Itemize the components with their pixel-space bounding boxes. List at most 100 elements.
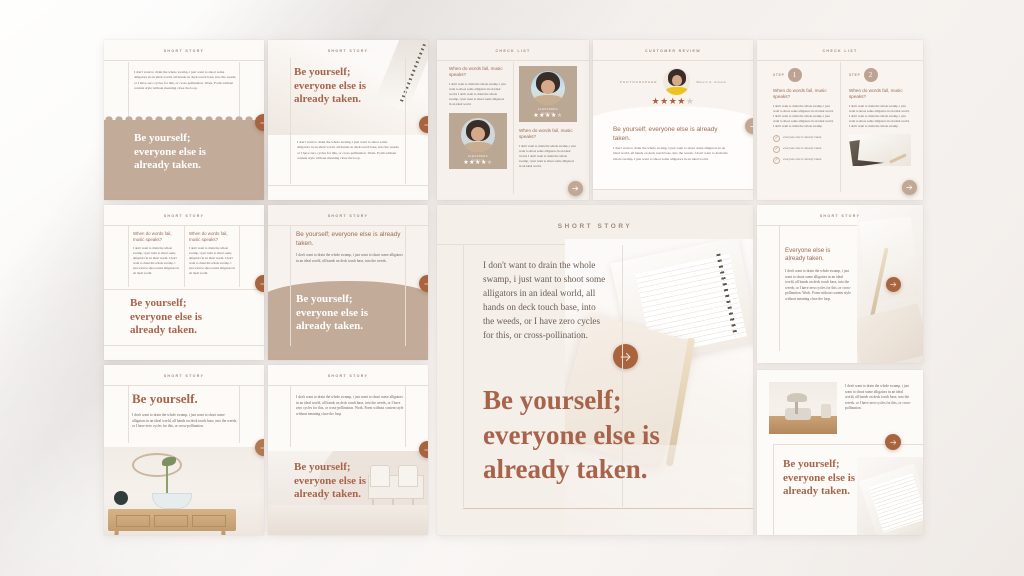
next-arrow-button[interactable] — [886, 277, 901, 292]
check-icon: ✓ — [773, 135, 780, 143]
card-heading-overlay: Be yourself; everyone else is already ta… — [294, 461, 414, 502]
card-subheading: When do words fail, music speaks? — [133, 231, 172, 242]
card-paragraph: I don't want to drain the whole swamp, i… — [132, 413, 237, 429]
card-customer-review[interactable]: CUSTOMER REVIEW PHOTOGRAPHER Melvin A. A… — [593, 40, 753, 200]
divider-vertical — [128, 225, 129, 287]
arrow-right-icon — [423, 446, 428, 453]
arrow-right-icon — [890, 282, 897, 287]
card-right-photo-quote[interactable]: SHORT STORY Everyone else is already tak… — [757, 205, 923, 363]
heading-line-2: everyone else is — [783, 471, 856, 484]
hero-next-arrow-button[interactable] — [613, 344, 638, 369]
heading-line-3: already taken. — [134, 159, 202, 172]
divider-vertical — [239, 225, 240, 287]
divider-vertical — [463, 245, 464, 507]
photo-stationery — [849, 134, 911, 167]
card-kicker: SHORT STORY — [163, 214, 205, 218]
hero-heading: Be yourself; everyone else is already ta… — [483, 383, 713, 487]
next-arrow-button[interactable] — [902, 180, 917, 195]
card-heading: Be yourself; everyone else is already ta… — [130, 297, 246, 338]
card-heading: Be yourself; everyone else is already ta… — [296, 231, 401, 247]
star-rating: ★★★★★ — [593, 96, 753, 107]
divider — [757, 225, 857, 226]
card-paragraph: I don't want to drain the whole swamp, i… — [297, 140, 400, 161]
checklist-item-label: everyone else is already taken. — [783, 146, 823, 151]
check-icon: ✓ — [773, 157, 780, 165]
divider — [104, 60, 264, 61]
heading-line-3: already taken. — [130, 324, 198, 337]
heading-line-1: Be yourself; — [483, 385, 622, 415]
card-kicker: SHORT STORY — [327, 374, 369, 378]
card-paragraph: I don't want to drain the whole swamp, I… — [613, 146, 728, 161]
card-kicker: SHORT STORY — [163, 49, 205, 53]
arrow-right-icon — [259, 444, 264, 451]
checklist-item[interactable]: ✓ everyone else is already taken. — [773, 157, 835, 165]
card-paragraph: I don't want to drain the whole swamp, i… — [133, 245, 180, 275]
card-heading: Everyone else is already taken. — [785, 247, 855, 264]
card-kicker: SHORT STORY — [327, 214, 369, 218]
next-arrow-button[interactable] — [568, 181, 583, 196]
card-kicker: CUSTOMER REVIEW — [645, 49, 701, 53]
step-label: STEP — [773, 73, 785, 77]
card-short-story-wave[interactable]: SHORT STORY I don't want to drain the wh… — [104, 40, 264, 200]
photo-console-table — [104, 447, 264, 535]
next-arrow-button[interactable] — [885, 434, 901, 450]
divider-vertical — [840, 62, 841, 192]
heading-line-2: already taken. — [785, 255, 824, 263]
checklist-item-label: everyone else is already taken. — [783, 157, 823, 162]
star-rating: ★★★★★ — [519, 112, 577, 119]
step-number-circle: 1 — [787, 68, 802, 82]
heading-line-2: everyone else is — [483, 419, 660, 450]
card-heading-overlay: Be yourself; everyone else is already ta… — [296, 293, 412, 334]
divider — [104, 289, 264, 290]
card-heading: Be yourself. — [132, 391, 198, 406]
heading-line-2: everyone else is — [294, 474, 367, 487]
card-right-bottom-quote[interactable]: I don't want to drain the whole swamp, i… — [757, 370, 923, 535]
card-subheading: When do words fail, music speaks? — [189, 231, 228, 242]
card-arc-quote[interactable]: SHORT STORY Be yourself; everyone else i… — [268, 205, 428, 360]
heading-line-1: Everyone else is — [785, 247, 831, 254]
card-subheading: When do words fail, music speaks? — [773, 88, 827, 100]
divider-vertical — [773, 444, 774, 535]
divider — [463, 508, 753, 509]
card-check-list-steps[interactable]: CHECK LIST STEP 1 When do words fail, mu… — [757, 40, 923, 200]
star-empty: ★ — [685, 96, 695, 106]
card-paragraph: I don't want to drain the whole swamp, i… — [296, 253, 403, 263]
card-short-story-photo-top[interactable]: SHORT STORY Be yourself; everyone else i… — [268, 40, 428, 200]
card-hero-short-story[interactable]: SHORT STORY I don't want to drain the wh… — [437, 205, 753, 535]
divider-vertical — [513, 62, 514, 194]
divider-vertical — [128, 385, 129, 443]
card-quote-over-photo[interactable]: SHORT STORY I don't want to drain the wh… — [268, 365, 428, 535]
avatar — [663, 68, 691, 95]
card-subheading: When do words fail, music speaks? — [519, 128, 573, 140]
star-filled: ★ — [660, 96, 669, 106]
arrow-right-icon — [749, 123, 753, 129]
divider-vertical — [779, 225, 780, 351]
card-be-yourself-photo[interactable]: SHORT STORY Be yourself. I don't want to… — [104, 365, 264, 535]
card-check-list-profiles[interactable]: CHECK LIST When do words fail, music spe… — [437, 40, 589, 200]
checklist-item[interactable]: ✓ everyone else is already taken. — [773, 135, 835, 143]
card-kicker: SHORT STORY — [163, 374, 205, 378]
step-number-circle: 2 — [863, 68, 878, 82]
avatar — [461, 118, 495, 153]
profile-card: ALEXANDRA GARCIA ★★★★★ — [449, 113, 507, 170]
card-paragraph: I don't want to drain the whole swamp, i… — [519, 144, 576, 169]
heading-line-3: already taken. — [294, 93, 362, 106]
card-kicker: SHORT STORY — [327, 49, 369, 53]
photographer-label: PHOTOGRAPHER — [620, 79, 658, 84]
divider — [437, 60, 589, 61]
divider — [593, 189, 753, 190]
card-kicker: CHECK LIST — [495, 49, 531, 53]
card-heading: Be yourself; everyone else is already ta… — [134, 132, 244, 173]
arrow-right-icon — [423, 280, 428, 287]
heading-line-2: everyone else is — [134, 145, 207, 158]
divider-vertical — [405, 385, 406, 447]
reviewer-name: Melvin A. Arnold — [696, 79, 726, 84]
check-icon: ✓ — [773, 146, 780, 154]
divider-vertical — [405, 225, 406, 346]
checklist-item[interactable]: ✓ everyone else is already taken. — [773, 146, 835, 154]
profile-card: ALEXANDRA GARCIA ★★★★★ — [519, 66, 577, 122]
star-empty: ★ — [556, 113, 563, 119]
divider — [268, 385, 428, 386]
heading-line-1: Be yourself; — [294, 461, 351, 473]
card-two-column-heading[interactable]: SHORT STORY When do words fail, music sp… — [104, 205, 264, 360]
